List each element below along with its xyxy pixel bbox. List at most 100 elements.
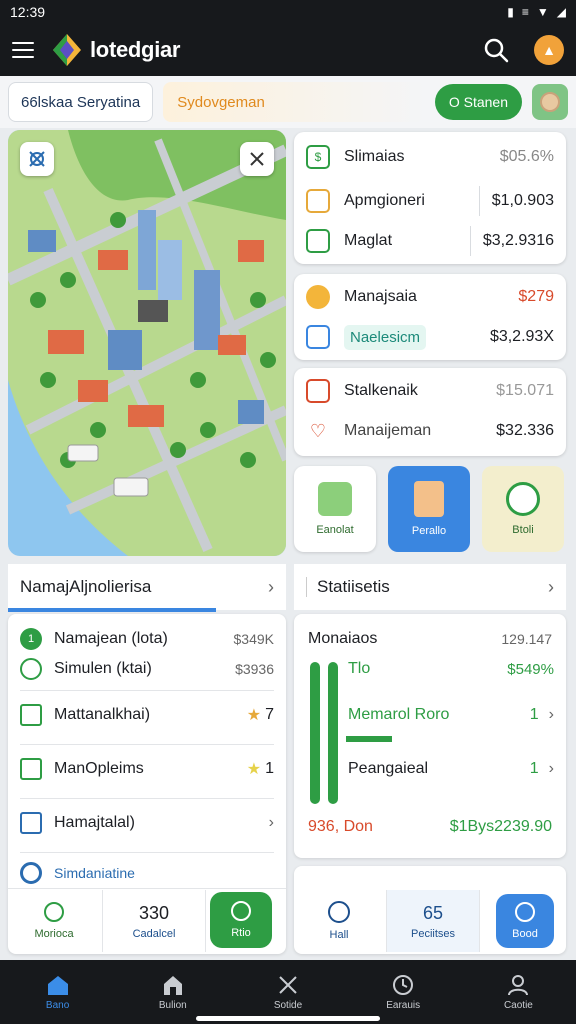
app-bar: lotedgiar ▲ [0, 24, 576, 76]
tile-label: Eanolat [316, 524, 354, 536]
status-button[interactable]: O Stanen [434, 84, 522, 120]
footer-button-bood[interactable]: Bood [496, 894, 554, 948]
footer-label: Cadalcel [132, 927, 176, 940]
tile-eanolat[interactable]: Eanolat [294, 466, 376, 552]
stats-item[interactable]: Peangaieal 1 › [294, 752, 566, 786]
summary-row-value: $1,0.903 [491, 192, 554, 209]
summary-row-label: Maglat [344, 232, 393, 249]
stats-item[interactable]: Tlo $549% [294, 652, 566, 686]
target-icon [20, 862, 42, 884]
footer-button-hall[interactable]: Hall [294, 890, 384, 952]
coin-icon [306, 285, 330, 309]
list-item-value: 7 [265, 706, 274, 723]
summary-title: Slimaias [344, 148, 405, 165]
tile-btoli[interactable]: Btoli [482, 466, 564, 552]
stats-title: Monaiaos [308, 630, 378, 647]
list-item-value: 1 [265, 760, 274, 777]
summary-card[interactable]: $ Slimaias $05.6% Apmgioneri $1,0.903 Ma… [294, 132, 566, 264]
app-logo-icon [53, 34, 81, 66]
nav-tools[interactable]: Sotide [230, 960, 345, 1024]
nav-profile[interactable]: Caotie [461, 960, 576, 1024]
tab-indicator [8, 608, 216, 612]
right-stats-card: Monaiaos 129.147 Tlo $549% Memarol Roro … [294, 614, 566, 858]
list-item[interactable]: Hamajtalal) › [8, 806, 286, 840]
search-chip[interactable]: Sydovgeman [163, 82, 425, 122]
chart-icon [306, 229, 330, 253]
stats-title-value: 129.147 [501, 631, 552, 647]
menu-icon[interactable] [12, 42, 34, 58]
footer-label: Bood [512, 928, 538, 940]
status-time: 12:39 [10, 4, 46, 20]
chevron-right-icon: › [548, 760, 554, 777]
nav-home[interactable]: Bano [0, 960, 115, 1024]
avatar[interactable] [532, 84, 568, 120]
bottom-nav: Bano Bulion Sotide Earauis Caotie [0, 960, 576, 1024]
house-icon [318, 482, 352, 516]
summary-row-label: Apmgioneri [344, 192, 425, 209]
profile-icon [508, 974, 529, 995]
stats-item-value: 1 [529, 760, 539, 777]
manage-card[interactable]: Manajsaia $279 Naelesicm $3,2.93X [294, 274, 566, 360]
list-item-label: Namajean (lota) [54, 630, 168, 647]
card-icon [20, 704, 42, 726]
manage-row-label: Naelesicm [344, 324, 427, 350]
summary-row-value: $3,2.9316 [482, 232, 554, 249]
notification-icon[interactable]: ▲ [534, 35, 564, 65]
stats-total-left: 936, Don [308, 818, 373, 835]
chevron-right-icon: › [268, 814, 274, 831]
list-item[interactable]: ManOpleims ★ 1 [8, 752, 286, 786]
stats-card[interactable]: Stalkenaik $15.071 ♡ Manaijeman $32.336 [294, 368, 566, 456]
building-icon [414, 481, 444, 517]
nav-clock[interactable]: Earauis [346, 960, 461, 1024]
footer-button-cadalcel[interactable]: 330 Cadalcel [102, 890, 206, 952]
clock-icon [20, 658, 42, 680]
footer-value: 65 [422, 902, 444, 923]
nav-label: Sotide [273, 999, 303, 1011]
stats-item[interactable]: Memarol Roro 1 › [294, 698, 566, 732]
home-icon [47, 975, 68, 995]
progress-segment [346, 736, 392, 742]
footer-label: Hall [329, 929, 349, 941]
tile-perallo[interactable]: Perallo [388, 466, 470, 552]
location-chip[interactable]: 66lskaa Seryatina [8, 82, 154, 122]
list-item[interactable]: Simulen (ktai) $3936 [8, 652, 286, 686]
clipboard-icon [20, 812, 42, 834]
footer-button-peciitses[interactable]: 65 Peciitses [386, 890, 480, 952]
manage-row-value: $279 [518, 288, 554, 305]
list-item[interactable]: Mattanalkhai) ★ 7 [8, 698, 286, 732]
list-item-label: Simulen (ktai) [54, 660, 152, 677]
search-icon[interactable] [482, 36, 510, 64]
right-panel-title: Statiisetis [306, 577, 390, 597]
money-icon: $ [306, 145, 330, 169]
tile-label: Btoli [512, 524, 534, 536]
pin-icon [515, 902, 535, 922]
list-item-label: ManOpleims [54, 760, 144, 777]
left-panel-header[interactable]: NamajAljnolierisa › [8, 564, 286, 610]
nav-label: Caotie [503, 999, 533, 1011]
map-layers-icon[interactable] [20, 142, 54, 176]
chevron-right-icon: › [548, 576, 554, 597]
card-icon [20, 758, 42, 780]
stats-row-label: Manaijeman [344, 422, 432, 439]
list-item-label: Simdaniatine [54, 865, 135, 881]
stats-row-label: Stalkenaik [344, 382, 418, 399]
home-indicator[interactable] [196, 1016, 380, 1021]
list-item-label: Hamajtalal) [54, 814, 135, 831]
wifi-icon: ▼ [536, 5, 549, 19]
manage-row-label: Manajsaia [344, 288, 417, 305]
right-panel-header[interactable]: Statiisetis › [294, 564, 566, 610]
nav-label: Bulion [158, 999, 187, 1011]
list-item[interactable]: Simdaniatine [8, 856, 286, 890]
city-map[interactable] [8, 130, 286, 556]
map-close-icon[interactable] [240, 142, 274, 176]
box-icon [306, 189, 330, 213]
stats-item-label: Peangaieal [348, 760, 429, 777]
tile-label: Perallo [411, 525, 447, 537]
footer-button-rtio[interactable]: Rtio [210, 892, 272, 948]
manage-row-value: $3,2.93X [489, 328, 554, 345]
footer-label: Rtio [231, 927, 251, 939]
list-item[interactable]: 1 Namajean (lota) $349K [8, 622, 286, 656]
footer-button-morioca[interactable]: Morioca [8, 890, 100, 952]
nav-building[interactable]: Bulion [115, 960, 230, 1024]
list-item-value: $349K [233, 631, 274, 647]
